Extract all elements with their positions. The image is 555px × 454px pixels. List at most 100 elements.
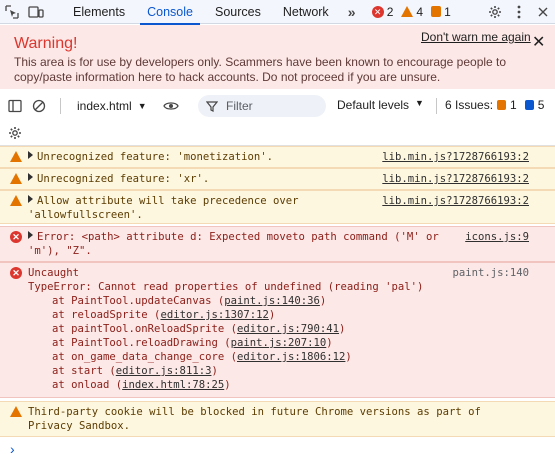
chevron-down-icon: ▼ [415, 98, 424, 108]
levels-label: Default levels [337, 98, 410, 112]
frame-link[interactable]: editor.js:1806:12 [237, 351, 345, 363]
frame-text: at onload ( [52, 379, 123, 391]
issues-warning-count: 1 [510, 98, 517, 112]
source-link[interactable]: lib.min.js?1728766193:2 [382, 194, 529, 208]
frame-text: at on_game_data_change_core ( [52, 351, 237, 363]
console-settings-row [0, 120, 555, 146]
message-counts[interactable]: ✕ 2 4 1 [371, 4, 451, 19]
frame-link[interactable]: paint.js:140:36 [224, 295, 320, 307]
message-text: Unrecognized feature: 'xr'. [37, 173, 210, 185]
frame-text: at reloadSprite ( [52, 309, 161, 321]
filter-icon [206, 100, 218, 112]
message-text-continued: Privacy Sandbox. [28, 420, 131, 432]
warning-icon [10, 151, 22, 162]
divider [436, 98, 437, 114]
error-icon: ✕ [371, 5, 384, 18]
message-text-continued: 'allowfullscreen'. [28, 209, 143, 221]
log-levels-dropdown[interactable]: Default levels ▼ [337, 98, 424, 112]
frame-link[interactable]: index.html:78:25 [122, 379, 224, 391]
issues-info-count: 5 [537, 98, 545, 112]
error-count: 2 [386, 4, 394, 19]
chevron-down-icon: ▼ [137, 101, 147, 111]
issue-icon [431, 6, 442, 17]
source-link[interactable]: lib.min.js?1728766193:2 [382, 172, 529, 186]
frame-link[interactable]: editor.js:1307:12 [160, 309, 268, 321]
console-message-error[interactable]: ✕ Uncaught paint.js:140 TypeError: Canno… [0, 262, 555, 398]
stack-frame: at start (editor.js:811:3) [52, 365, 218, 377]
console-message-warning[interactable]: Allow attribute will take precedence ove… [0, 190, 555, 224]
context-label: index.html [77, 99, 132, 113]
stack-frame: at paintTool.onReloadSprite (editor.js:7… [52, 323, 346, 335]
frame-text: at PaintTool.updateCanvas ( [52, 295, 225, 307]
console-messages: Unrecognized feature: 'monetization'. li… [0, 146, 555, 437]
close-icon[interactable]: ✕ [532, 32, 545, 52]
device-toolbar-icon[interactable] [24, 0, 48, 24]
filter-placeholder: Filter [226, 99, 253, 113]
expand-triangle-icon[interactable] [28, 173, 33, 181]
tab-sources[interactable]: Sources [204, 0, 272, 24]
stack-message: TypeError: Cannot read properties of und… [28, 281, 424, 293]
frame-link[interactable]: paint.js:207:10 [231, 337, 327, 349]
gear-icon[interactable] [3, 121, 27, 145]
divider [60, 98, 61, 114]
console-message-warning[interactable]: Unrecognized feature: 'monetization'. li… [0, 146, 555, 168]
source-link[interactable]: paint.js:140 [452, 266, 529, 280]
warning-count: 4 [416, 4, 424, 19]
console-message-warning[interactable]: Unrecognized feature: 'xr'. lib.min.js?1… [0, 168, 555, 190]
eye-icon[interactable] [159, 94, 183, 118]
message-text: Third-party cookie will be blocked in fu… [28, 406, 481, 418]
issue-warning-icon [497, 100, 507, 110]
filter-input[interactable]: Filter [198, 95, 326, 117]
frame-text: at PaintTool.reloadDrawing ( [52, 337, 231, 349]
issues-label: 6 Issues: [445, 98, 494, 112]
more-tabs-button[interactable]: » [340, 4, 362, 20]
frame-text: at paintTool.onReloadSprite ( [52, 323, 237, 335]
frame-link[interactable]: editor.js:811:3 [116, 365, 212, 377]
message-text: Error: <path> attribute d: Expected move… [37, 231, 439, 243]
kebab-menu-icon[interactable] [507, 0, 531, 24]
tab-elements[interactable]: Elements [62, 0, 136, 24]
sidebar-toggle-icon[interactable] [3, 94, 27, 118]
console-toolbar: index.html ▼ Filter Default levels ▼ 6 I… [0, 93, 555, 119]
context-select[interactable]: index.html ▼ [71, 96, 153, 116]
stack-frame: at reloadSprite (editor.js:1307:12) [52, 309, 276, 321]
expand-triangle-icon[interactable] [28, 231, 33, 239]
error-icon: ✕ [10, 231, 22, 243]
warning-title: Warning! [14, 35, 78, 52]
error-icon: ✕ [10, 267, 22, 279]
devtools-tabbar: Elements Console Sources Network » ✕ 2 4 … [0, 0, 555, 25]
warning-icon [401, 6, 414, 17]
tab-network[interactable]: Network [272, 0, 340, 24]
clear-console-icon[interactable] [27, 94, 51, 118]
tab-console[interactable]: Console [136, 0, 204, 25]
source-link[interactable]: lib.min.js?1728766193:2 [382, 150, 529, 164]
panel-tabs: Elements Console Sources Network [62, 0, 340, 25]
self-xss-warning-banner: Warning! Don't warn me again ✕ This area… [0, 25, 555, 89]
issues-counter[interactable]: 6 Issues: 1 5 [445, 98, 544, 112]
warning-text: This area is for use by developers only.… [14, 55, 507, 84]
stack-frame: at PaintTool.reloadDrawing (paint.js:207… [52, 337, 333, 349]
dont-warn-link[interactable]: Don't warn me again [421, 30, 531, 44]
warning-icon [10, 406, 22, 417]
issue-info-icon [524, 100, 534, 110]
console-message-error[interactable]: ✕ Error: <path> attribute d: Expected mo… [0, 226, 555, 262]
close-devtools-icon[interactable] [531, 0, 555, 24]
message-text: Unrecognized feature: 'monetization'. [37, 151, 273, 163]
frame-link[interactable]: editor.js:790:41 [237, 323, 339, 335]
console-message-warning[interactable]: Third-party cookie will be blocked in fu… [0, 401, 555, 437]
stack-frame: at on_game_data_change_core (editor.js:1… [52, 351, 352, 363]
message-text: Allow attribute will take precedence ove… [37, 195, 299, 207]
warning-icon [10, 173, 22, 184]
source-link[interactable]: icons.js:9 [465, 230, 529, 244]
stack-frame: at PaintTool.updateCanvas (paint.js:140:… [52, 295, 327, 307]
expand-triangle-icon[interactable] [28, 151, 33, 159]
console-prompt[interactable]: › [10, 441, 15, 454]
gear-icon[interactable] [483, 0, 507, 24]
message-text-continued: 'm'), "Z". [28, 245, 92, 257]
issue-count: 1 [444, 4, 451, 19]
inspect-element-icon[interactable] [0, 0, 24, 24]
warning-icon [10, 195, 22, 206]
frame-text: at start ( [52, 365, 116, 377]
expand-triangle-icon[interactable] [28, 195, 33, 203]
stack-frame: at onload (index.html:78:25) [52, 379, 231, 391]
